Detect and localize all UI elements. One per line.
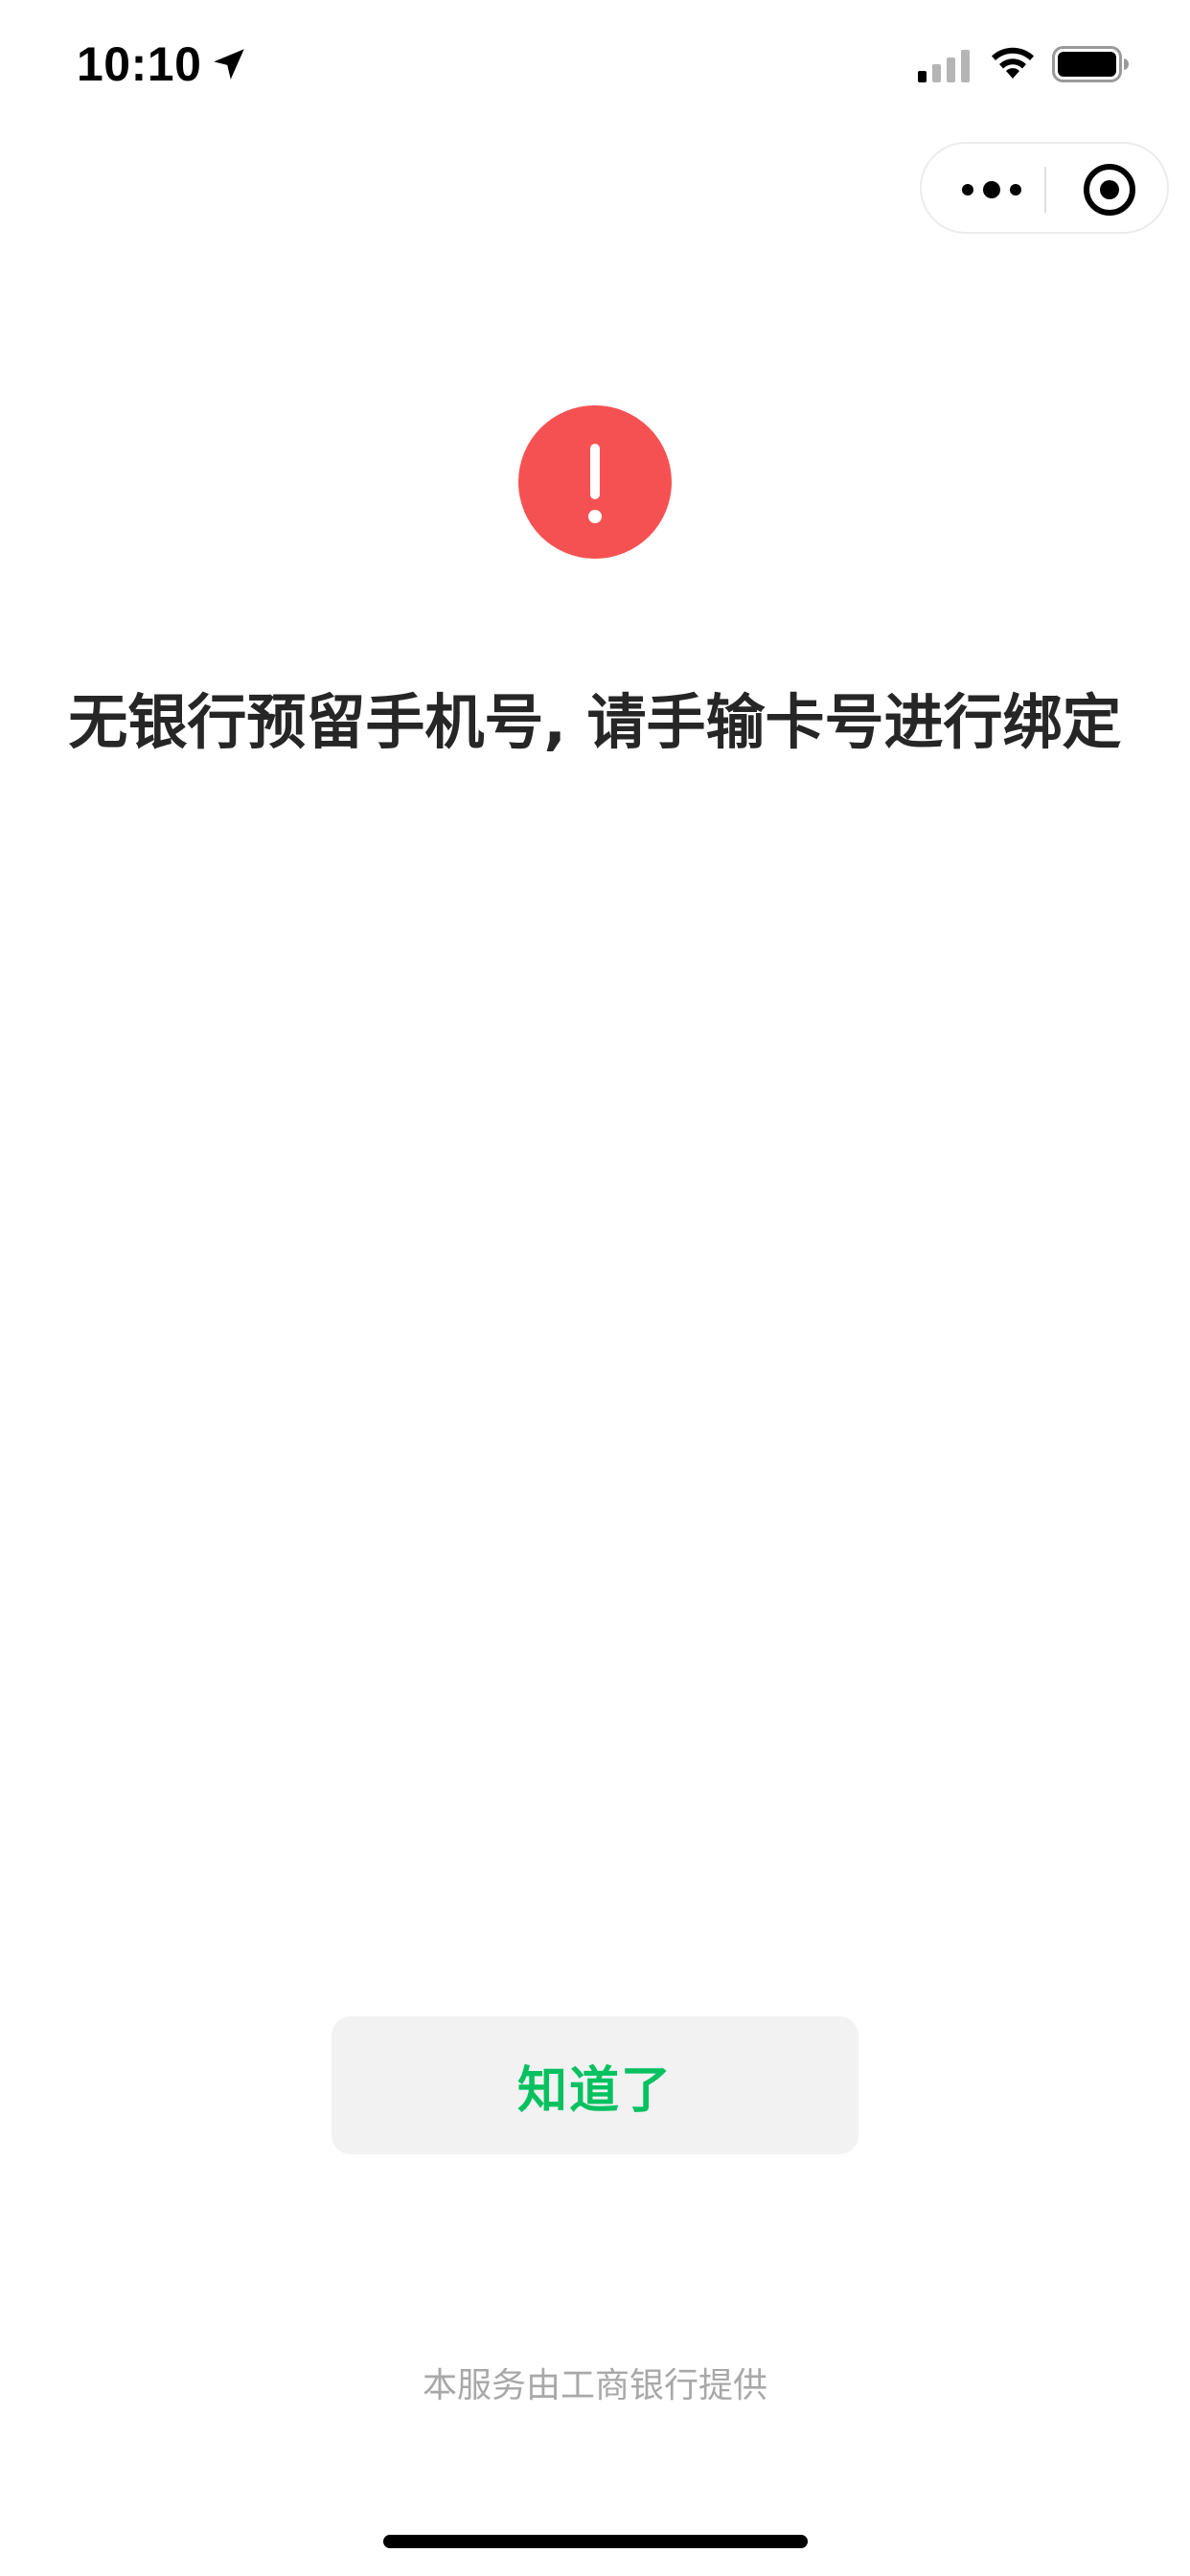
capsule-divider bbox=[1044, 167, 1046, 213]
battery-icon bbox=[1052, 46, 1129, 82]
status-time: 10:10 bbox=[77, 37, 202, 91]
provider-footer: 本服务由工商银行提供 bbox=[422, 2366, 767, 2405]
alert-circle bbox=[518, 405, 672, 559]
home-indicator[interactable] bbox=[383, 2535, 808, 2548]
cellular-signal-icon bbox=[918, 50, 970, 82]
close-target-icon[interactable] bbox=[1081, 161, 1138, 218]
location-arrow-icon bbox=[214, 49, 244, 80]
more-dots-icon[interactable] bbox=[958, 171, 1025, 209]
status-bar: 10:10 bbox=[0, 0, 1190, 125]
error-message: 无银行预留手机号, 请手输卡号进行绑定 bbox=[68, 687, 1122, 757]
wifi-icon bbox=[992, 47, 1034, 79]
ok-button[interactable]: 知道了 bbox=[332, 2016, 858, 2154]
exclamation-icon bbox=[588, 444, 602, 523]
capsule-menu bbox=[920, 142, 1169, 234]
